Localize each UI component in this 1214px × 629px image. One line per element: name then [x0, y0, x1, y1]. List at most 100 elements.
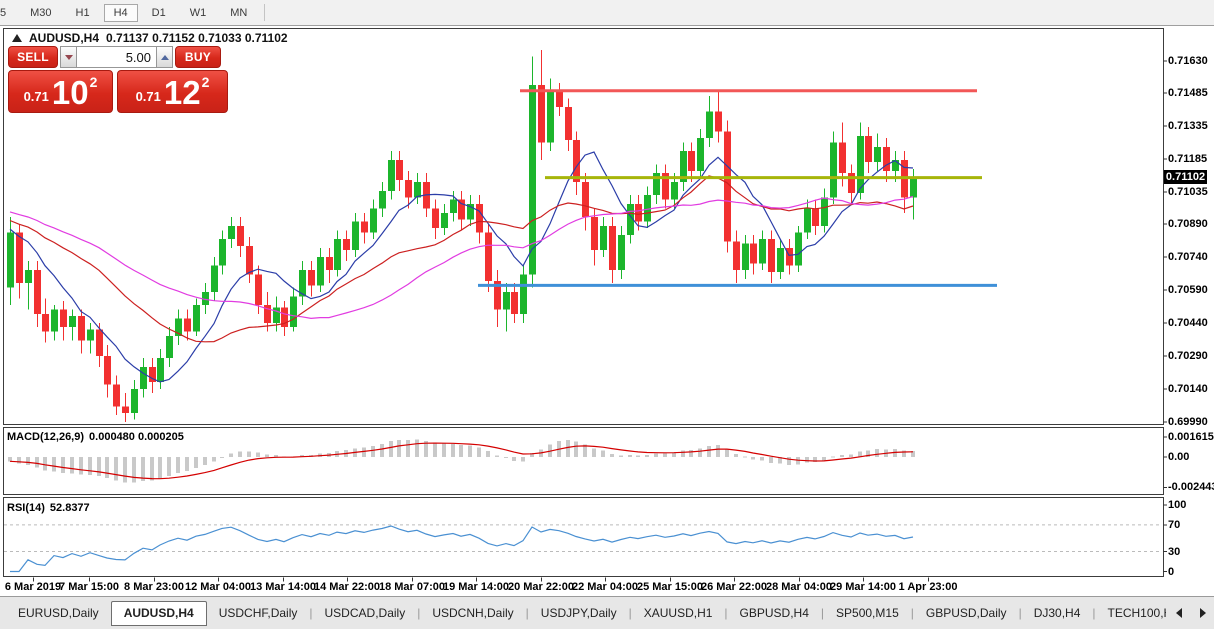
time-axis-label: 7 Mar 15:00 [59, 581, 119, 593]
time-axis-label: 26 Mar 22:00 [701, 581, 767, 593]
macd-bar [17, 457, 21, 464]
candle-body [228, 226, 235, 239]
macd-bar [663, 453, 667, 457]
macd-bar [512, 457, 516, 461]
buy-price-big: 12 [164, 78, 201, 108]
chart-tab-EURUSD-Daily[interactable]: EURUSD,Daily [6, 601, 111, 625]
macd-bar [698, 448, 702, 457]
candle-body [193, 305, 200, 331]
price-axis-label: 0.71485 [1168, 87, 1208, 99]
candle-body [25, 270, 32, 283]
chart-tab-XAUUSD-H1[interactable]: XAUUSD,H1 [632, 601, 725, 625]
candle-body [742, 244, 749, 270]
candle-body [60, 310, 67, 328]
arrow-up-icon [161, 55, 169, 60]
macd-axis-label: -0.002443 [1168, 481, 1214, 493]
chart-tab-DJ30-H4[interactable]: DJ30,H4 [1022, 601, 1093, 625]
candle-body [361, 222, 368, 233]
tab-scroll-left-button[interactable] [1172, 605, 1186, 621]
timeframe-button-MN[interactable]: MN [220, 4, 257, 22]
macd-bar [256, 453, 260, 457]
candle-body [503, 292, 510, 310]
sell-price-button[interactable]: 0.71 10 2 [8, 70, 113, 113]
timeframe-button-H4[interactable]: H4 [104, 4, 138, 22]
volume-decrease-button[interactable] [60, 46, 77, 68]
macd-axis-label: 0.001615 [1168, 431, 1214, 443]
macd-bar [486, 451, 490, 457]
macd-axis-label: 0.00 [1168, 451, 1189, 463]
chart-ohlc-values: 0.71137 0.71152 0.71033 0.71102 [106, 31, 288, 45]
buy-button[interactable]: BUY [175, 46, 221, 68]
macd-bar [619, 455, 623, 457]
chart-tab-USDCHF-Daily[interactable]: USDCHF,Daily [207, 601, 310, 625]
volume-increase-button[interactable] [156, 46, 173, 68]
macd-bar [105, 457, 109, 478]
macd-bar [442, 444, 446, 457]
candle-body [104, 356, 111, 385]
expand-triangle-icon[interactable] [12, 34, 22, 42]
candle-body [688, 151, 695, 171]
candle-body [458, 200, 465, 220]
macd-bar [654, 453, 658, 457]
candle-body [237, 226, 244, 246]
sell-price-sup: 2 [90, 74, 98, 90]
rsi-label: RSI(14) 52.8377 [7, 502, 90, 514]
macd-bar [185, 457, 189, 471]
one-click-trading-panel: SELL BUY 5.00 0.71 10 2 0.71 12 [8, 46, 229, 113]
macd-bar [769, 457, 773, 463]
macd-bar [504, 457, 508, 458]
timeframe-button-5[interactable]: 5 [0, 4, 16, 22]
candle-body [609, 226, 616, 270]
timeframe-button-M30[interactable]: M30 [20, 4, 61, 22]
candle-body [547, 92, 554, 143]
candle-body [671, 182, 678, 200]
chart-tab-GBPUSD-H4[interactable]: GBPUSD,H4 [728, 601, 821, 625]
price-axis-label: 0.71335 [1168, 120, 1208, 132]
candle-body [538, 85, 545, 142]
chart-tab-SP500-M15[interactable]: SP500,M15 [824, 601, 911, 625]
macd-bar [451, 444, 455, 457]
rsi-axis-label: 30 [1168, 546, 1180, 558]
chart-symbol: AUDUSD,H4 [29, 31, 99, 45]
candle-body [485, 233, 492, 281]
macd-bar [380, 444, 384, 457]
rsi-line [10, 526, 913, 572]
macd-bar [79, 457, 83, 475]
candle-body [87, 329, 94, 340]
candle-body [379, 191, 386, 209]
buy-price-button[interactable]: 0.71 12 2 [117, 70, 228, 113]
macd-bar [875, 449, 879, 457]
chart-tab-USDCAD-Daily[interactable]: USDCAD,Daily [313, 601, 418, 625]
macd-bar [203, 457, 207, 465]
chart-tab-USDJPY-Daily[interactable]: USDJPY,Daily [529, 601, 629, 625]
macd-bar [822, 457, 826, 460]
candle-body [131, 389, 138, 413]
price-axis-label: 0.70590 [1168, 284, 1208, 296]
rsi-axis-label: 0 [1168, 566, 1174, 578]
timeframe-button-D1[interactable]: D1 [142, 4, 176, 22]
time-axis-label: 29 Mar 14:00 [830, 581, 896, 593]
candle-body [211, 266, 218, 292]
candle-body [582, 182, 589, 217]
macd-bar [592, 448, 596, 457]
price-axis-label: 0.70890 [1168, 218, 1208, 230]
macd-bar [601, 450, 605, 457]
rsi-axis-label: 100 [1168, 499, 1186, 511]
chart-tab-USDCNH-Daily[interactable]: USDCNH,Daily [420, 601, 525, 625]
macd-bar [52, 457, 56, 471]
macd-bar [477, 447, 481, 457]
sell-button[interactable]: SELL [8, 46, 58, 68]
timeframe-button-W1[interactable]: W1 [180, 4, 217, 22]
chart-tab-GBPUSD-Daily[interactable]: GBPUSD,Daily [914, 601, 1019, 625]
tab-scroll-right-button[interactable] [1196, 605, 1210, 621]
time-axis-label: 19 Mar 14:00 [443, 581, 509, 593]
candle-body [441, 213, 448, 228]
volume-value[interactable]: 5.00 [77, 46, 156, 68]
candle-body [69, 316, 76, 327]
price-axis-label: 0.71185 [1168, 153, 1207, 165]
candle-wick [28, 261, 29, 309]
chart-tab-AUDUSD-H4[interactable]: AUDUSD,H4 [111, 601, 207, 626]
chart-tab-TECH100-H1[interactable]: TECH100,H1 [1096, 601, 1167, 625]
macd-bar [751, 457, 755, 459]
timeframe-button-H1[interactable]: H1 [66, 4, 100, 22]
